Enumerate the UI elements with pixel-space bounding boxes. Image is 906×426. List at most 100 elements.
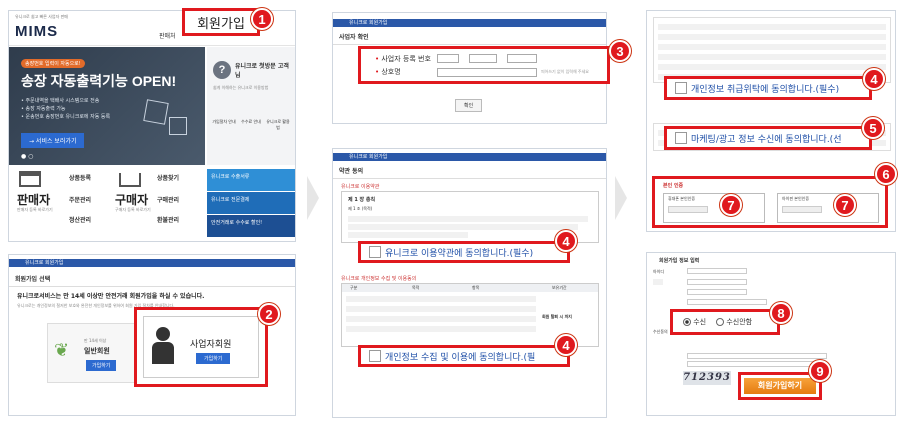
- business-member-card[interactable]: 사업자회원 가입하기: [143, 316, 259, 378]
- banner-line-3: • 운송번호 송장번호 유니크로에 자동 등록: [21, 114, 111, 120]
- terms-article: 제 1 조 (목적): [348, 206, 373, 211]
- seller-item-orders[interactable]: 주문관리: [69, 195, 91, 204]
- cert-ipin-button[interactable]: [782, 206, 822, 213]
- buyer-item-refund[interactable]: 환불관리: [157, 215, 179, 224]
- banner-line-1: • 주문내역을 택배사 시스템으로 전송: [21, 98, 100, 104]
- cert-ipin-label: 아이핀 본인인증: [782, 196, 810, 201]
- id-input[interactable]: [687, 268, 747, 274]
- leaf-icon: ❦: [54, 340, 70, 361]
- radio-reject-label[interactable]: 수신안함: [726, 318, 752, 326]
- agree-terms-highlight[interactable]: 유니크로 이용약관에 동의합니다.(필수): [358, 241, 570, 263]
- agree-marketing-checkbox[interactable]: [675, 132, 687, 144]
- signup-link[interactable]: 회원가입: [197, 13, 245, 32]
- cert-phone-button[interactable]: [668, 206, 708, 213]
- buyer-sub[interactable]: 구매자 등록 바로가기: [115, 207, 151, 213]
- identity-title: 본인 인증: [663, 183, 684, 189]
- promo-item-docs[interactable]: 유니크로 수출서류: [207, 169, 295, 191]
- agree-terms-label[interactable]: 유니크로 이용약관에 동의합니다.(필수): [385, 246, 533, 259]
- bizno-label: 사업자 등록 번호: [381, 55, 431, 63]
- business-member-highlight[interactable]: 사업자회원 가입하기: [134, 307, 268, 387]
- form-field-2[interactable]: [687, 289, 747, 295]
- side-icon-join[interactable]: 가입절차 안내: [211, 119, 237, 125]
- agree-consign-label[interactable]: 개인정보 취급위탁에 동의합니다.(필수): [691, 82, 839, 95]
- agree-marketing-highlight[interactable]: 마케팅/광고 정보 수신에 동의합니다.(선: [664, 126, 872, 150]
- general-member-title: 일반회원: [84, 347, 110, 355]
- agree-terms-checkbox[interactable]: [369, 246, 381, 258]
- agree-privacy-highlight[interactable]: 개인정보 수집 및 이용에 동의합니다.(필: [358, 345, 570, 367]
- th-items: 항목: [472, 285, 480, 290]
- agree-consign-highlight[interactable]: 개인정보 취급위탁에 동의합니다.(필수): [664, 76, 872, 100]
- buyer-item-find[interactable]: 상품찾기: [157, 173, 179, 182]
- privacy-title: 유니크로 개인정보 수집 및 이용동의: [341, 276, 417, 282]
- slide-dots[interactable]: ● ○: [21, 153, 33, 160]
- address-field-2[interactable]: [687, 361, 827, 367]
- radio-receive[interactable]: [683, 318, 691, 326]
- terms-title: 유니크로 이용약관: [341, 184, 380, 190]
- first-visit-sub: 쉽게 이해하는 유니크로 이용방법: [213, 85, 269, 90]
- promo-list: 유니크로 수출서류 유니크로 전문결제 안전거래로 수수료 할인!: [207, 169, 295, 239]
- seller-item-settle[interactable]: 정산관리: [69, 215, 91, 224]
- step-7b-badge: 7: [834, 194, 856, 216]
- bizno-input-2[interactable]: [469, 54, 497, 63]
- bizno-input-3[interactable]: [507, 54, 537, 63]
- terms-chapter: 제 1 장 총칙: [348, 197, 376, 203]
- member-type-section: 회원가입 선택: [9, 271, 295, 287]
- general-join-button[interactable]: 가입하기: [86, 360, 117, 371]
- consent-table: [653, 17, 891, 83]
- step-5-badge: 5: [862, 117, 884, 139]
- cert-phone-label: 휴대폰 본인인증: [668, 196, 696, 201]
- cert-ipin-box[interactable]: 아이핀 본인인증: [777, 193, 879, 223]
- side-icon-fee[interactable]: 수수료 안내: [238, 119, 264, 125]
- first-visit-box[interactable]: ? 유니크로 첫방문 고객님 쉽게 이해하는 유니크로 이용방법 가입절차 안내…: [207, 47, 295, 165]
- seller-sub[interactable]: 판매자 등록 바로가기: [17, 207, 53, 213]
- flow-arrow-1: [307, 176, 319, 220]
- banner-line-2: • 송장 자동출력 가능: [21, 106, 66, 112]
- promo-item-payment[interactable]: 유니크로 전문결제: [207, 192, 295, 214]
- captcha-image: 712393: [683, 371, 731, 385]
- address-field[interactable]: [687, 353, 827, 359]
- buyer-item-manage[interactable]: 구매관리: [157, 195, 179, 204]
- step-4b-badge: 4: [555, 334, 577, 356]
- service-button[interactable]: → 서비스 보러가기: [21, 133, 85, 148]
- step-7a-badge: 7: [720, 194, 742, 216]
- form-field-3[interactable]: [687, 299, 767, 305]
- step-3-badge: 3: [609, 40, 631, 62]
- terms-panel: 유니크로 회원가입 약관 동의 유니크로 이용약관 제 1 장 총칙 제 1 조…: [332, 148, 607, 418]
- agree-privacy-checkbox[interactable]: [369, 350, 381, 362]
- store-icon: [19, 171, 41, 187]
- buyer-label[interactable]: 구매자: [115, 191, 148, 208]
- company-input[interactable]: [437, 68, 537, 77]
- confirm-button[interactable]: 확인: [455, 99, 483, 112]
- box-illustration-2: [169, 117, 187, 135]
- business-join-button[interactable]: 가입하기: [196, 353, 231, 364]
- nav-item-seller[interactable]: 판매처: [159, 31, 176, 40]
- seller-item-products[interactable]: 상품등록: [69, 173, 91, 182]
- logo[interactable]: MIMS: [15, 23, 58, 40]
- radio-receive-label[interactable]: 수신: [693, 318, 706, 326]
- step-8-badge: 8: [770, 302, 792, 324]
- member-type-bar: 유니크로 회원가입: [9, 259, 295, 267]
- side-icon-guide[interactable]: 유니크로 활용법: [265, 119, 291, 131]
- submit-button[interactable]: 회원가입하기: [744, 378, 816, 394]
- step-4a-badge: 4: [555, 230, 577, 252]
- form-field-1[interactable]: [687, 279, 747, 285]
- top-links[interactable]: 유니크로 쉽고 빠른 사업자 판매: [15, 14, 68, 20]
- general-member-card[interactable]: ❦ 만 14세 이상 일반회원 가입하기: [47, 323, 139, 383]
- promo-banner[interactable]: 송장번호 입력이 자동으로! 송장 자동출력기능 OPEN! • 주문내역을 택…: [9, 47, 205, 165]
- signup-link-highlight[interactable]: 회원가입: [182, 8, 260, 36]
- th-category: 구분: [350, 285, 358, 290]
- promo-item-discount[interactable]: 안전거래로 수수료 할인!: [207, 215, 295, 237]
- th-retention: 보유기간: [552, 285, 567, 290]
- step-9-badge: 9: [809, 360, 831, 382]
- terms-section: 약관 동의: [333, 163, 606, 179]
- seller-label[interactable]: 판매자: [17, 191, 50, 208]
- terms-bar: 유니크로 회원가입: [333, 153, 606, 161]
- retention-value: 회원 탈퇴 시 까지: [542, 314, 572, 319]
- agree-consign-checkbox[interactable]: [675, 82, 687, 94]
- agree-privacy-label[interactable]: 개인정보 수집 및 이용에 동의합니다.(필: [385, 350, 535, 363]
- agree-marketing-label[interactable]: 마케팅/광고 정보 수신에 동의합니다.(선: [691, 132, 841, 145]
- radio-reject[interactable]: [716, 318, 725, 326]
- bizno-input-1[interactable]: [437, 54, 459, 63]
- company-hint: 띄어쓰기 없이 입력해 주세요: [541, 69, 589, 74]
- cert-phone-box[interactable]: 휴대폰 본인인증: [663, 193, 765, 223]
